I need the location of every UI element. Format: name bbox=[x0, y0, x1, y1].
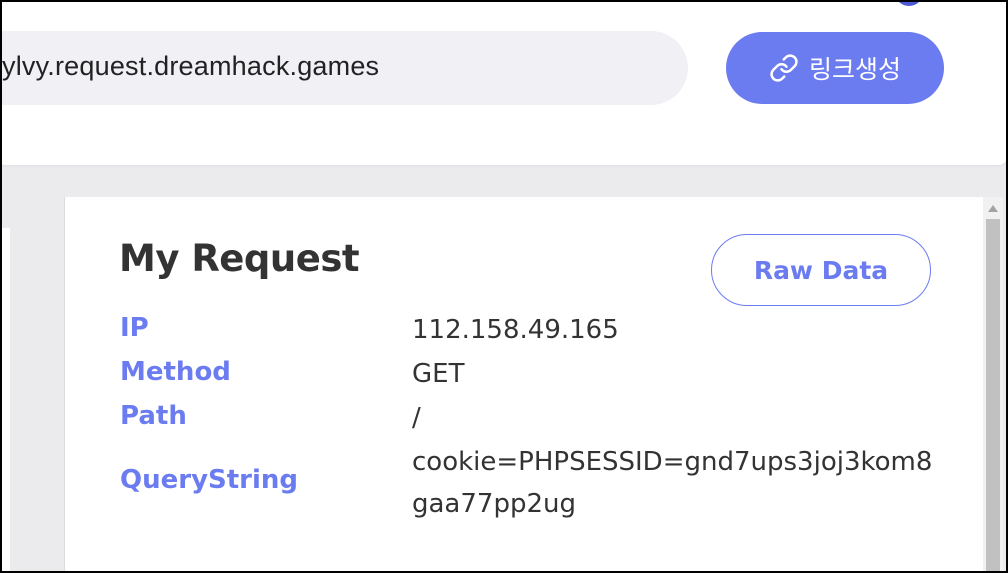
scroll-up-arrow-icon[interactable] bbox=[988, 205, 998, 212]
left-panel bbox=[2, 228, 10, 571]
link-generator-card: ylvy.request.dreamhack.games 링크생성 bbox=[2, 2, 1006, 165]
page-title: My Request bbox=[119, 237, 360, 280]
link-icon bbox=[769, 53, 799, 83]
method-value: GET bbox=[412, 359, 465, 389]
ip-label: IP bbox=[120, 313, 149, 343]
method-label: Method bbox=[120, 357, 231, 387]
path-label: Path bbox=[120, 401, 187, 431]
querystring-label: QueryString bbox=[120, 465, 299, 495]
scrollbar-thumb[interactable] bbox=[986, 219, 1000, 571]
ip-value: 112.158.49.165 bbox=[412, 315, 619, 345]
generate-link-button[interactable]: 링크생성 bbox=[726, 32, 944, 104]
raw-data-button[interactable]: Raw Data bbox=[711, 234, 931, 306]
browser-viewport: ylvy.request.dreamhack.games 링크생성 My Req… bbox=[0, 0, 1008, 573]
vertical-scrollbar[interactable] bbox=[983, 197, 1003, 571]
request-panel: My Request Raw Data IP 112.158.49.165 Me… bbox=[64, 197, 983, 571]
avatar[interactable] bbox=[896, 2, 922, 6]
request-url-text: ylvy.request.dreamhack.games bbox=[2, 51, 380, 81]
generate-link-label: 링크생성 bbox=[808, 55, 901, 84]
querystring-value-line1: cookie=PHPSESSID=gnd7ups3joj3kom8 bbox=[412, 447, 933, 477]
querystring-value-line2: gaa77pp2ug bbox=[412, 489, 576, 519]
path-value: / bbox=[412, 403, 421, 433]
